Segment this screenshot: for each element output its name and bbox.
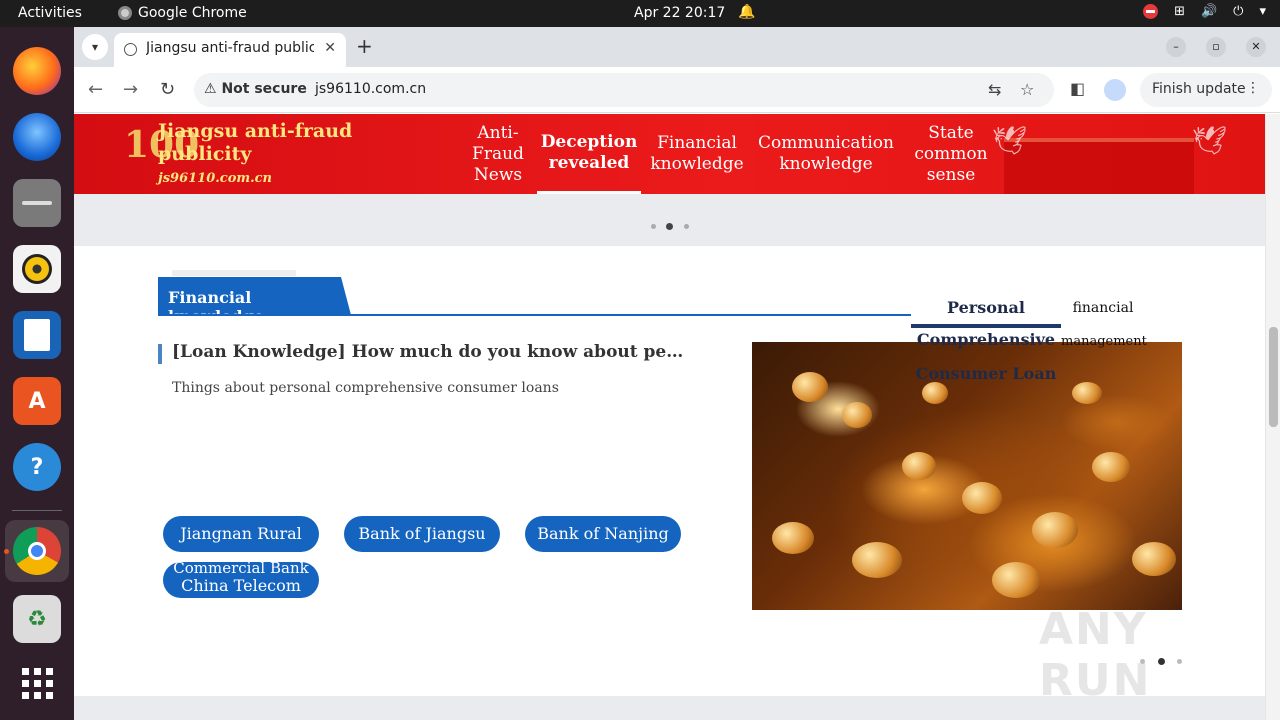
side-panel-icon[interactable]: ◧ xyxy=(1070,79,1085,98)
files-icon[interactable] xyxy=(13,179,61,227)
chrome-icon xyxy=(118,6,132,20)
bank-overlap-label: Commercial Bank xyxy=(173,559,309,577)
active-app-indicator[interactable]: Google Chrome xyxy=(118,5,247,21)
bookmark-star-icon[interactable]: ☆ xyxy=(1020,80,1034,99)
clock[interactable]: Apr 22 20:17 xyxy=(634,5,725,21)
pager-dot-active[interactable] xyxy=(1158,658,1165,665)
chrome-dock-icon[interactable] xyxy=(13,527,61,575)
carousel-dot[interactable] xyxy=(651,224,656,229)
warning-icon: ⚠ xyxy=(204,81,217,97)
page-scrollbar[interactable] xyxy=(1265,114,1280,720)
nav-communication-knowledge[interactable]: Communication knowledge xyxy=(758,114,894,194)
nav-state-common-sense[interactable]: State common sense xyxy=(910,114,992,194)
chevron-down-icon: ▾ xyxy=(1259,4,1266,19)
bank-button-jiangnan-rural[interactable]: Jiangnan Rural xyxy=(163,516,319,552)
site-domain: js96110.com.cn xyxy=(158,171,273,186)
next-section-preview xyxy=(74,696,1265,720)
article-accent-bar xyxy=(158,344,162,364)
address-bar[interactable]: ⚠ Not secure js96110.com.cn ⇆ ☆ xyxy=(194,73,1054,107)
dove-icon: 🕊 xyxy=(992,124,1028,157)
tab-personal-loan-line3[interactable]: Consumer Loan xyxy=(911,364,1061,383)
pager-dot[interactable] xyxy=(1177,659,1182,664)
show-apps-icon[interactable] xyxy=(13,659,61,707)
app-center-icon[interactable]: A xyxy=(13,377,61,425)
bank-button-bank-of-jiangsu[interactable]: Bank of Jiangsu xyxy=(344,516,500,552)
section-title: Financial knowledge xyxy=(158,277,351,315)
article-headline[interactable]: [Loan Knowledge] How much do you know ab… xyxy=(172,342,692,362)
article-summary: Things about personal comprehensive cons… xyxy=(172,380,559,396)
network-icon: ⊞ xyxy=(1174,4,1185,19)
site-banner: 100 Jiangsu anti-fraud publicity js96110… xyxy=(74,114,1265,194)
bank-button-bank-of-nanjing[interactable]: Bank of Nanjing xyxy=(525,516,681,552)
writer-icon[interactable] xyxy=(13,311,61,359)
activities-button[interactable]: Activities xyxy=(18,5,82,21)
dove-icon: 🕊 xyxy=(1192,124,1228,157)
browser-tab[interactable]: Jiangsu anti-fraud publicity ✕ xyxy=(114,33,346,67)
carousel-dot-active[interactable] xyxy=(666,223,673,230)
section-subtabs: Personal Comprehensive Consumer Loan fin… xyxy=(911,294,1171,404)
dock: A ? ♻ xyxy=(0,27,74,720)
globe-icon xyxy=(124,43,137,56)
back-button[interactable]: ← xyxy=(88,79,103,100)
browser-toolbar: ← → ↻ ⚠ Not secure js96110.com.cn ⇆ ☆ ◧ … xyxy=(74,67,1280,113)
carousel-dot[interactable] xyxy=(684,224,689,229)
running-indicator xyxy=(4,549,9,554)
tab-strip: ▾ Jiangsu anti-fraud publicity ✕ + – ▫ ✕ xyxy=(74,27,1280,67)
volume-icon: 🔊 xyxy=(1200,4,1218,19)
finish-update-button[interactable]: Finish update ⋮ xyxy=(1140,73,1272,107)
bell-icon: 🔔 xyxy=(738,4,756,20)
tab-financial-management-line1[interactable]: financial xyxy=(1061,300,1145,316)
kebab-menu-icon: ⋮ xyxy=(1246,80,1260,96)
tab-financial-management-line2[interactable]: management xyxy=(1061,334,1147,349)
security-indicator[interactable]: ⚠ Not secure xyxy=(204,81,307,97)
forward-button[interactable]: → xyxy=(123,79,138,100)
tiananmen-graphic xyxy=(1004,138,1194,194)
close-tab-icon[interactable]: ✕ xyxy=(324,40,336,56)
browser-window: ▾ Jiangsu anti-fraud publicity ✕ + – ▫ ✕… xyxy=(74,27,1280,720)
dock-separator xyxy=(12,510,62,511)
minimize-button[interactable]: – xyxy=(1166,37,1186,57)
finish-update-label: Finish update xyxy=(1152,81,1246,97)
profile-avatar[interactable] xyxy=(1104,79,1126,101)
nav-financial-knowledge[interactable]: Financial knowledge xyxy=(650,114,744,194)
reload-button[interactable]: ↻ xyxy=(160,79,175,100)
anyrun-watermark: ANY RUN xyxy=(1039,604,1152,706)
power-icon: ⏻ xyxy=(1233,4,1244,19)
carousel-strip xyxy=(74,194,1265,246)
system-tray[interactable]: ⊞ 🔊 ⏻ ▾ xyxy=(1143,4,1266,19)
translate-icon[interactable]: ⇆ xyxy=(988,80,1001,99)
pager-dot[interactable] xyxy=(1140,659,1145,664)
rhythmbox-icon[interactable] xyxy=(13,245,61,293)
nav-deception-revealed[interactable]: Deception revealed xyxy=(537,114,641,194)
url-text[interactable]: js96110.com.cn xyxy=(315,81,426,97)
system-top-bar: Activities Google Chrome Apr 22 20:17 🔔 … xyxy=(0,0,1280,27)
firefox-icon[interactable] xyxy=(13,47,61,95)
new-tab-button[interactable]: + xyxy=(356,34,373,58)
security-label: Not secure xyxy=(221,81,307,97)
maximize-button[interactable]: ▫ xyxy=(1206,37,1226,57)
scrollbar-thumb[interactable] xyxy=(1269,327,1278,427)
thunderbird-icon[interactable] xyxy=(13,113,61,161)
do-not-disturb-icon xyxy=(1143,4,1159,19)
tab-personal-loan-line2[interactable]: Comprehensive xyxy=(911,330,1061,349)
trash-icon[interactable]: ♻ xyxy=(13,595,61,643)
close-window-button[interactable]: ✕ xyxy=(1246,37,1266,57)
help-icon[interactable]: ? xyxy=(13,443,61,491)
section-divider xyxy=(158,314,911,316)
active-app-name: Google Chrome xyxy=(138,5,247,21)
nav-anti-fraud-news[interactable]: Anti-Fraud News xyxy=(466,114,530,194)
decorative-tab-shadow xyxy=(172,270,296,276)
tab-title: Jiangsu anti-fraud publicity xyxy=(146,40,314,56)
site-title[interactable]: Jiangsu anti-fraud publicity xyxy=(158,120,358,166)
web-page: 100 Jiangsu anti-fraud publicity js96110… xyxy=(74,114,1265,720)
tab-search-button[interactable]: ▾ xyxy=(82,34,108,60)
tab-personal-loan-line1[interactable]: Personal xyxy=(911,294,1061,328)
